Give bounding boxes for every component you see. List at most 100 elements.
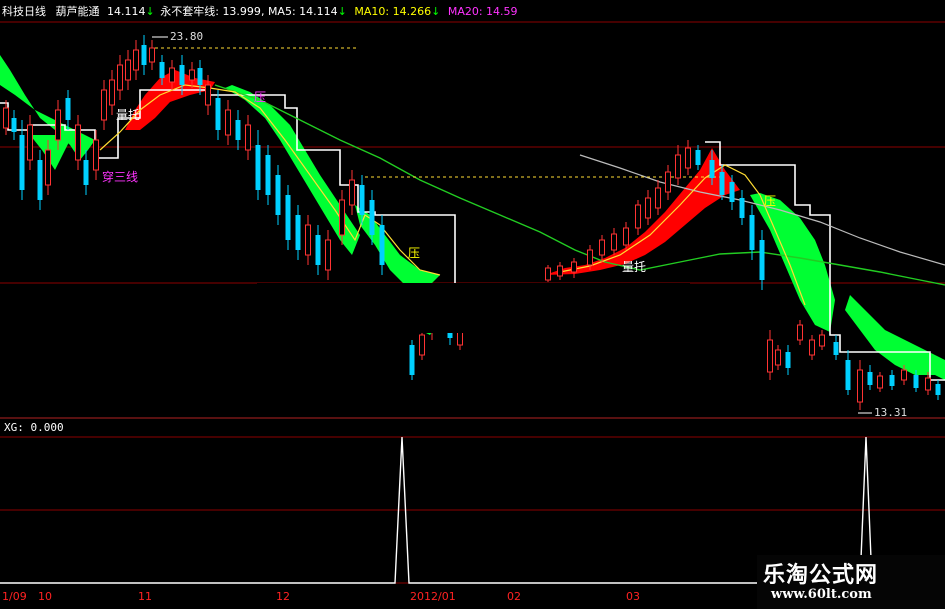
candle-body xyxy=(925,377,931,391)
candle-body xyxy=(767,339,773,373)
legend-ma5: MA5: 14.114↓ xyxy=(268,5,350,18)
x-tick-label: 2012/01 xyxy=(410,590,456,603)
candle-body xyxy=(205,84,211,106)
candle-body xyxy=(133,49,139,71)
candle-body xyxy=(27,124,33,161)
candle-body xyxy=(665,171,671,193)
legend-header: 科技日线 葫芦能通 14.114↓ 永不套牢线: 13.999, MA5: 14… xyxy=(2,3,518,19)
candle-body xyxy=(255,145,261,190)
ya-label: 压 xyxy=(764,194,777,208)
sub-panel-label: XG: xyxy=(4,421,24,434)
stock-chart-window: 科技日线 葫芦能通 14.114↓ 永不套牢线: 13.999, MA5: 14… xyxy=(0,0,945,609)
candle-body xyxy=(599,239,605,256)
x-tick-label: 10 xyxy=(38,590,52,603)
candle-body xyxy=(901,369,907,381)
down-arrow-icon: ↓ xyxy=(145,5,155,18)
legend-value: 14.114 xyxy=(107,5,146,18)
chuan-san-xian-label: 穿三线 xyxy=(102,170,139,184)
candle-body xyxy=(169,67,175,83)
candle-body xyxy=(159,62,165,78)
chart-title: 科技日线 xyxy=(2,5,46,18)
candle-body xyxy=(75,124,81,161)
candle-body xyxy=(749,215,755,250)
candle-body xyxy=(587,249,593,266)
candle-body xyxy=(759,240,765,280)
watermark-url: www.60lt.com xyxy=(771,587,872,602)
candle-body xyxy=(215,98,221,130)
candle-body xyxy=(295,215,301,250)
candle-body xyxy=(695,150,701,165)
candle-body xyxy=(857,369,863,403)
low-price-label: 13.31 xyxy=(874,406,908,419)
candle-body xyxy=(409,345,415,375)
candle-body xyxy=(913,375,919,388)
liang-tuo-label: 量托 xyxy=(622,260,647,274)
candle-body xyxy=(645,197,651,219)
candle-body xyxy=(265,155,271,195)
candle-body xyxy=(339,199,345,236)
x-tick-label: 03 xyxy=(626,590,640,603)
watermark-title: 乐淘公式网 xyxy=(763,562,879,588)
candle-body xyxy=(785,352,791,368)
ya-label: 压 xyxy=(254,90,267,104)
candle-body xyxy=(3,107,9,129)
sub-panel-value: 0.000 xyxy=(30,421,64,434)
candle-body xyxy=(935,384,941,395)
candle-body xyxy=(141,45,147,65)
candle-body xyxy=(189,69,195,81)
candle-body xyxy=(819,334,825,347)
candle-body xyxy=(685,147,691,169)
candle-body xyxy=(149,47,155,63)
candle-body xyxy=(349,179,355,206)
legend-value: 14.266 xyxy=(392,5,432,18)
down-arrow-icon: ↓ xyxy=(431,5,441,18)
legend-label: MA5: xyxy=(267,5,296,18)
legend-ma20: MA20: 14.59 xyxy=(448,5,518,18)
candle-body xyxy=(833,342,839,355)
candle-body xyxy=(611,233,617,251)
legend-ma10: MA10: 14.266↓ xyxy=(354,5,443,18)
candle-body xyxy=(797,324,803,341)
candle-body xyxy=(729,182,735,202)
candle-body xyxy=(709,160,715,178)
high-price-label: 23.80 xyxy=(170,30,204,43)
legend-never-trapped: 永不套牢线: 13.999, xyxy=(160,5,268,18)
candle-body xyxy=(557,265,563,277)
candle-body xyxy=(775,349,781,366)
candle-body xyxy=(675,154,681,179)
legend-indicator: 葫芦能通 14.114↓ xyxy=(56,5,159,18)
x-tick-label: 02 xyxy=(507,590,521,603)
candle-body xyxy=(809,339,815,356)
candle-body xyxy=(719,172,725,195)
candle-body xyxy=(83,160,89,185)
candle-body xyxy=(179,65,185,85)
candle-body xyxy=(867,372,873,385)
legend-label: 永不套牢线: xyxy=(160,5,219,18)
candle-body xyxy=(379,225,385,265)
candle-body xyxy=(45,149,51,186)
legend-label: MA20: xyxy=(447,5,483,18)
x-tick-label: 12 xyxy=(276,590,290,603)
candle-body xyxy=(655,187,661,209)
x-tick-label: 1/09 xyxy=(2,590,27,603)
candle-body xyxy=(635,204,641,229)
candle-body xyxy=(11,118,17,132)
candle-body xyxy=(55,109,61,141)
candle-body xyxy=(419,334,425,356)
candle-body xyxy=(325,239,331,271)
legend-value: 14.114 xyxy=(299,5,338,18)
candle-body xyxy=(369,200,375,235)
candle-body xyxy=(235,120,241,140)
liang-tuo-label: 量托 xyxy=(116,108,141,122)
candle-body xyxy=(315,235,321,265)
candle-body xyxy=(571,261,577,273)
legend-value: 13.999 xyxy=(222,5,261,18)
ya-label: 压 xyxy=(408,246,421,260)
candle-body xyxy=(37,160,43,200)
candle-body xyxy=(739,198,745,218)
candle-body xyxy=(93,139,99,171)
legend-label: 葫芦能通 xyxy=(55,5,100,18)
candle-body xyxy=(117,64,123,91)
legend-value: 14.59 xyxy=(486,5,518,18)
candle-body xyxy=(305,224,311,256)
